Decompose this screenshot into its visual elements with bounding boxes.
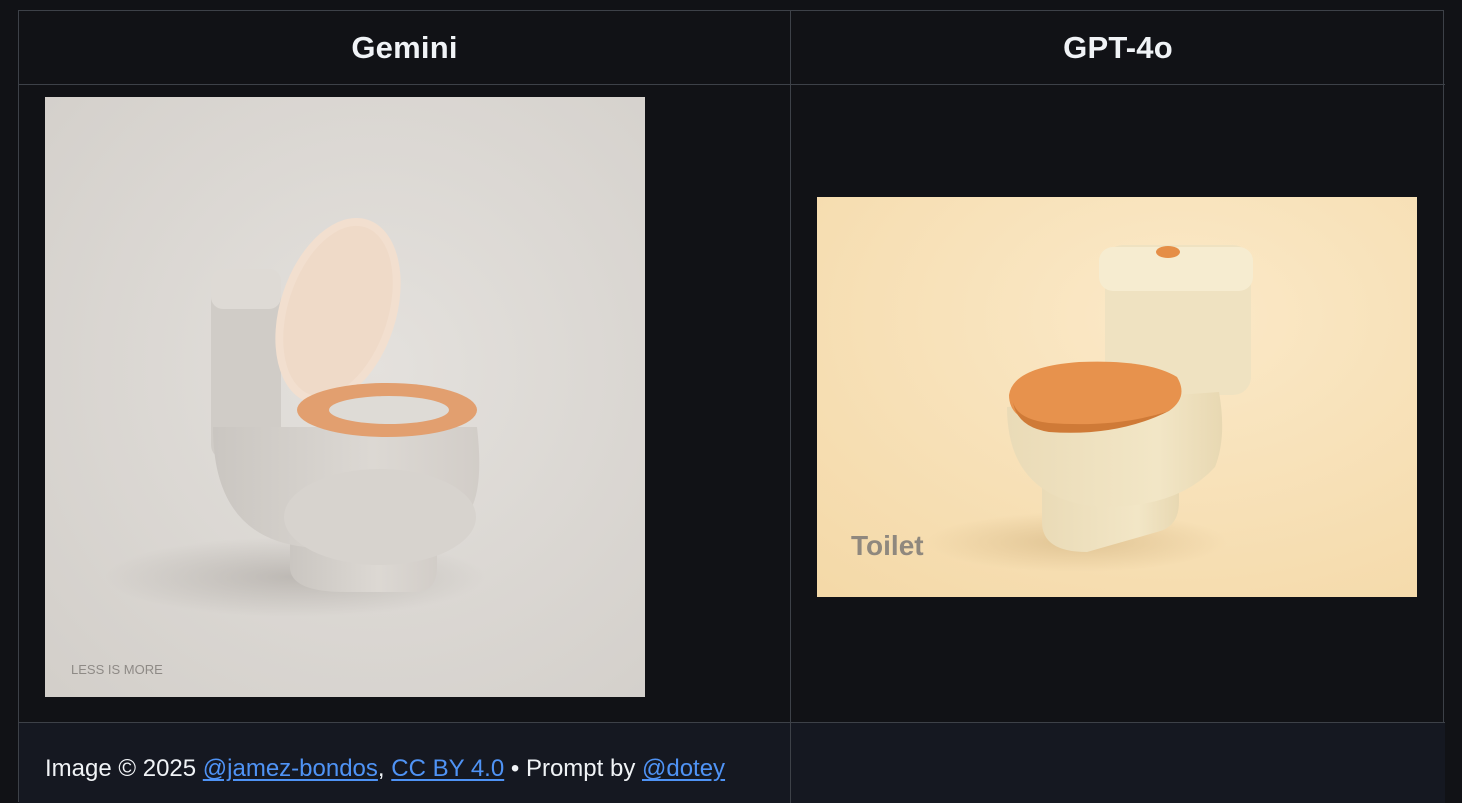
gpt4o-image-cell: Toilet	[791, 85, 1445, 723]
attribution-comma: ,	[377, 755, 392, 782]
header-gemini-label: Gemini	[351, 29, 458, 65]
attribution-prefix: Image © 2025	[45, 755, 203, 782]
header-gemini: Gemini	[19, 11, 791, 85]
gpt4o-toilet-image[interactable]: Toilet	[817, 197, 1417, 597]
gpt4o-image-caption: Toilet	[851, 530, 924, 561]
prompt-author-link[interactable]: @dotey	[642, 755, 725, 782]
gemini-image-cell: LESS IS MORE	[19, 85, 791, 723]
gemini-toilet-image[interactable]: LESS IS MORE	[45, 97, 645, 697]
attribution-separator: • Prompt by	[504, 755, 642, 782]
header-gpt4o: GPT-4o	[791, 11, 1445, 85]
empty-footer-cell	[791, 723, 1445, 803]
comparison-table: Gemini GPT-4o LESS IS MORE Toilet Image …	[18, 10, 1445, 803]
attribution-text: Image © 2025 @jamez-bondos, CC BY 4.0 • …	[45, 755, 725, 783]
gemini-image-caption: LESS IS MORE	[71, 662, 163, 677]
attribution-cell: Image © 2025 @jamez-bondos, CC BY 4.0 • …	[19, 723, 791, 803]
header-gpt4o-label: GPT-4o	[1063, 29, 1173, 65]
license-link[interactable]: CC BY 4.0	[391, 755, 504, 782]
author-link[interactable]: @jamez-bondos	[203, 755, 378, 782]
